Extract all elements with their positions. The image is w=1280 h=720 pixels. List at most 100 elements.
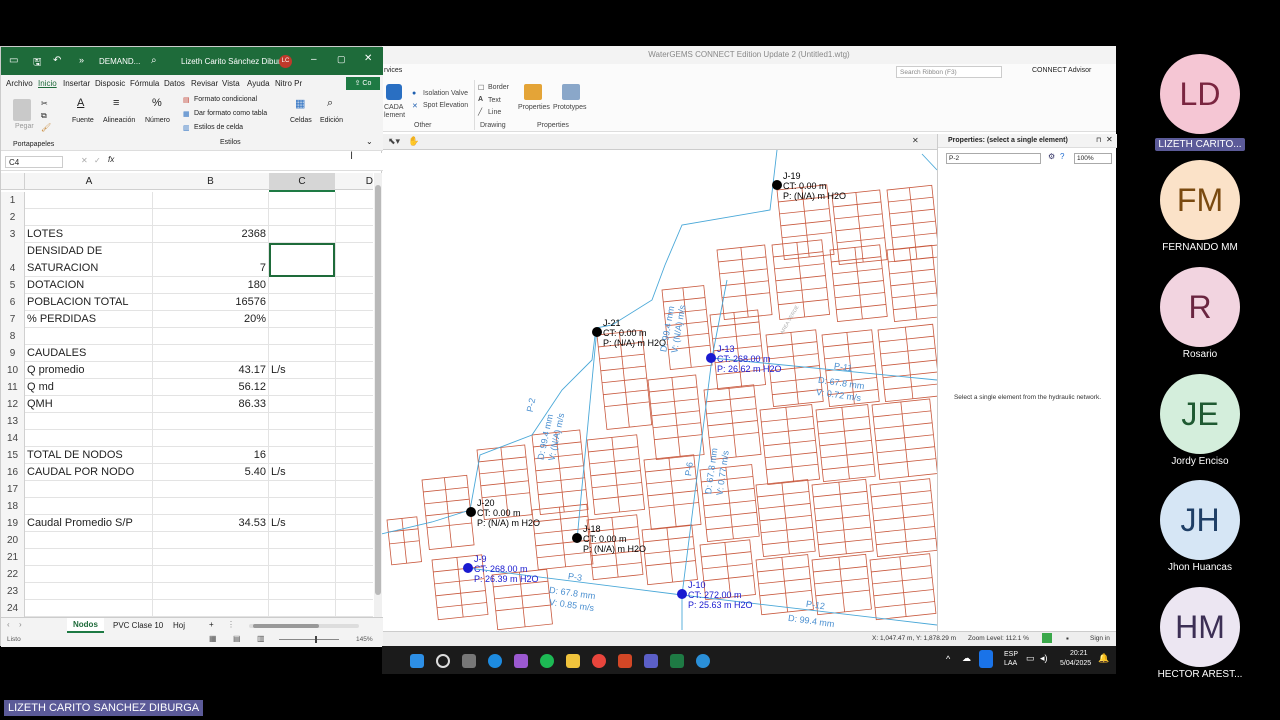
formula-input[interactable] bbox=[123, 155, 373, 169]
alignment-icon[interactable]: ≡ bbox=[113, 97, 119, 109]
cell-a[interactable]: CAUDAL POR NODO bbox=[26, 464, 152, 481]
scada-icon[interactable] bbox=[386, 84, 402, 100]
zoom-select[interactable]: 100% bbox=[1074, 153, 1112, 164]
cells-button[interactable]: Celdas bbox=[290, 117, 312, 124]
cell-c[interactable]: L/s bbox=[269, 362, 335, 379]
cell-b[interactable]: 180 bbox=[153, 277, 268, 294]
cell-a[interactable] bbox=[26, 498, 152, 515]
maximize-icon[interactable]: ▢ bbox=[337, 54, 346, 65]
cell-b[interactable] bbox=[153, 600, 268, 617]
comments-button[interactable]: ⇪ Co bbox=[346, 77, 380, 90]
junction-node[interactable] bbox=[592, 327, 602, 337]
cell-c[interactable] bbox=[269, 600, 335, 617]
row-header[interactable]: 5 bbox=[1, 277, 25, 294]
sheet-tab-nodos[interactable]: Nodos bbox=[67, 618, 104, 633]
cell-a[interactable] bbox=[26, 532, 152, 549]
close-drawing-icon[interactable]: ✕ bbox=[912, 136, 919, 145]
cell-b[interactable] bbox=[153, 566, 268, 583]
selected-cell-c4[interactable] bbox=[269, 243, 335, 277]
line-button[interactable]: Line bbox=[488, 109, 501, 116]
cell-c[interactable]: L/s bbox=[269, 515, 335, 532]
junction-node[interactable] bbox=[572, 533, 582, 543]
row-header[interactable]: 10 bbox=[1, 362, 25, 379]
cell-a[interactable] bbox=[26, 583, 152, 600]
close-icon[interactable]: ✕ bbox=[364, 53, 372, 64]
row-header[interactable]: 14 bbox=[1, 430, 25, 447]
participant-tile[interactable]: R Rosario bbox=[1150, 267, 1250, 360]
teams-icon[interactable] bbox=[644, 654, 658, 668]
file-explorer-icon[interactable] bbox=[566, 654, 580, 668]
row-header[interactable]: 9 bbox=[1, 345, 25, 362]
zoom-to-icon[interactable]: ⚙ bbox=[1048, 152, 1055, 161]
row-header[interactable]: 12 bbox=[1, 396, 25, 413]
participant-tile[interactable]: JE Jordy Enciso bbox=[1150, 374, 1250, 467]
add-sheet-icon[interactable]: + bbox=[209, 620, 214, 629]
junction-node[interactable] bbox=[677, 589, 687, 599]
column-header-c[interactable]: C bbox=[269, 173, 335, 192]
cell-b[interactable] bbox=[153, 583, 268, 600]
pipe-line[interactable] bbox=[921, 153, 937, 171]
collapse-ribbon-icon[interactable]: ⌄ bbox=[366, 137, 373, 146]
cell-c[interactable] bbox=[269, 549, 335, 566]
sheet-options-icon[interactable]: ⋮ bbox=[227, 620, 235, 629]
cell-c[interactable] bbox=[269, 192, 335, 209]
horizontal-scrollbar-thumb[interactable] bbox=[253, 624, 319, 628]
editing-button[interactable]: Edición bbox=[320, 117, 343, 124]
cell-a[interactable]: Q promedio bbox=[26, 362, 152, 379]
menu-nitropr[interactable]: Nitro Pr bbox=[275, 79, 302, 88]
name-box[interactable]: C4 bbox=[5, 156, 63, 168]
cell-a[interactable]: TOTAL DE NODOS bbox=[26, 447, 152, 464]
row-header[interactable]: 20 bbox=[1, 532, 25, 549]
search-taskbar-icon[interactable] bbox=[436, 654, 450, 668]
cancel-formula-icon[interactable]: ✕ bbox=[81, 156, 88, 165]
onedrive-icon[interactable]: ☁ bbox=[962, 653, 971, 664]
minimize-icon[interactable]: – bbox=[311, 54, 317, 65]
cell-c[interactable] bbox=[269, 328, 335, 345]
cell-a[interactable] bbox=[26, 209, 152, 226]
cell-c[interactable] bbox=[269, 481, 335, 498]
keyboard-layout[interactable]: LAA bbox=[1004, 660, 1017, 667]
alignment-button[interactable]: Alineación bbox=[103, 117, 135, 124]
cell-b[interactable] bbox=[153, 481, 268, 498]
zoom-slider-handle[interactable] bbox=[315, 636, 317, 643]
sign-in-link[interactable]: Sign in bbox=[1090, 635, 1110, 642]
font-color-icon[interactable]: A bbox=[77, 97, 84, 109]
menu-formula[interactable]: Fórmula bbox=[130, 79, 159, 88]
menu-inicio[interactable]: Inicio bbox=[38, 79, 57, 88]
spot-elevation-button[interactable]: Spot Elevation bbox=[423, 102, 468, 109]
cell-b[interactable] bbox=[153, 549, 268, 566]
cell-c[interactable] bbox=[269, 413, 335, 430]
participant-tile[interactable]: LD LIZETH CARITO... bbox=[1150, 54, 1250, 152]
participant-tile[interactable]: FM FERNANDO MM bbox=[1150, 160, 1250, 253]
ribbon-tab-services[interactable]: rvices bbox=[384, 67, 402, 74]
cell-c[interactable] bbox=[269, 311, 335, 328]
cell-a[interactable] bbox=[26, 549, 152, 566]
task-view-icon[interactable] bbox=[462, 654, 476, 668]
help-icon[interactable]: ? bbox=[1060, 152, 1064, 161]
start-icon[interactable] bbox=[410, 654, 424, 668]
row-header[interactable]: 13 bbox=[1, 413, 25, 430]
sheet-tab-pvc[interactable]: PVC Clase 10 bbox=[113, 621, 163, 630]
cell-c[interactable]: L/s bbox=[269, 464, 335, 481]
row-header[interactable]: 16 bbox=[1, 464, 25, 481]
column-header-d[interactable]: D bbox=[336, 173, 373, 190]
edge-icon[interactable] bbox=[488, 654, 502, 668]
cell-b[interactable] bbox=[153, 430, 268, 447]
menu-revisar[interactable]: Revisar bbox=[191, 79, 218, 88]
row-header[interactable]: 15 bbox=[1, 447, 25, 464]
cell-c[interactable] bbox=[269, 583, 335, 600]
row-header[interactable]: 21 bbox=[1, 549, 25, 566]
cell-b[interactable] bbox=[153, 328, 268, 345]
cell-a[interactable]: Q md bbox=[26, 379, 152, 396]
cell-c[interactable] bbox=[269, 498, 335, 515]
search-icon[interactable]: ⌕ bbox=[151, 55, 157, 66]
percent-icon[interactable]: % bbox=[152, 97, 162, 109]
row-header[interactable]: 24 bbox=[1, 600, 25, 617]
conditional-format-button[interactable]: Formato condicional bbox=[194, 96, 257, 103]
more-icon[interactable]: » bbox=[79, 55, 84, 65]
column-header-b[interactable]: B bbox=[153, 173, 268, 190]
cell-a[interactable] bbox=[26, 328, 152, 345]
junction-node[interactable] bbox=[466, 507, 476, 517]
row-header[interactable]: 18 bbox=[1, 498, 25, 515]
prev-sheet-icon[interactable]: ‹ bbox=[7, 620, 10, 629]
